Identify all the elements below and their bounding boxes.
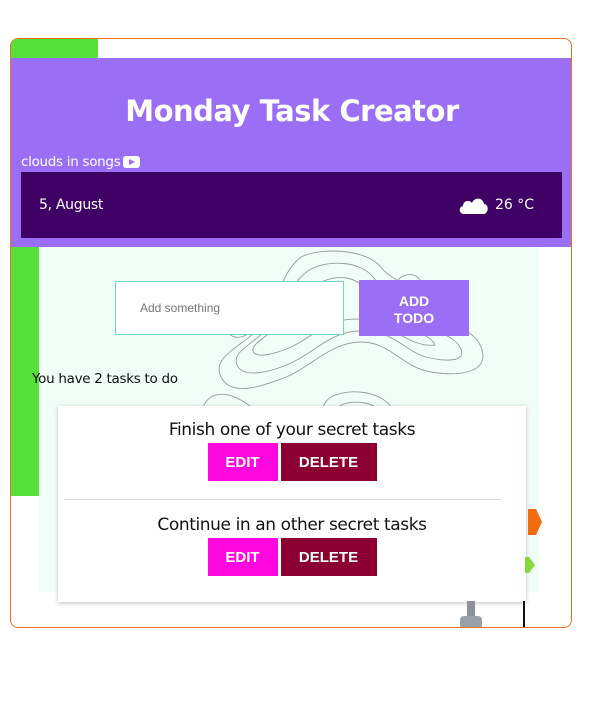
task-list: Finish one of your secret tasks EDIT DEL… <box>58 406 526 602</box>
delete-button[interactable]: DELETE <box>280 443 377 481</box>
orange-arrow-decoration <box>528 509 542 535</box>
edit-button[interactable]: EDIT <box>207 443 278 481</box>
delete-button[interactable]: DELETE <box>280 538 377 576</box>
header: Monday Task Creator clouds in songs 5, A… <box>11 58 571 247</box>
weather-bar: 5, August 26 °C <box>21 172 562 238</box>
app-frame: Monday Task Creator clouds in songs 5, A… <box>10 38 572 628</box>
list-item: Continue in an other secret tasks EDIT D… <box>58 515 526 576</box>
music-link-label: clouds in songs <box>21 154 121 170</box>
list-item: Finish one of your secret tasks EDIT DEL… <box>58 420 526 481</box>
task-count: You have 2 tasks to do <box>32 371 178 387</box>
music-link[interactable]: clouds in songs <box>21 154 141 170</box>
task-text: Continue in an other secret tasks <box>157 515 427 535</box>
todo-input[interactable] <box>115 281 344 335</box>
add-todo-button[interactable]: ADD TODO <box>359 280 469 336</box>
task-actions: EDIT DELETE <box>58 538 526 576</box>
youtube-icon[interactable] <box>123 156 141 168</box>
robot-decoration <box>460 601 482 627</box>
task-actions: EDIT DELETE <box>58 443 526 481</box>
green-arrow-decoration <box>525 557 535 573</box>
task-text: Finish one of your secret tasks <box>168 420 416 440</box>
edit-button[interactable]: EDIT <box>207 538 278 576</box>
divider <box>64 499 502 500</box>
decorative-line <box>523 601 525 627</box>
temperature-label: 26 °C <box>495 197 535 213</box>
date-label: 5, August <box>39 197 104 213</box>
page-title: Monday Task Creator <box>125 94 459 128</box>
cloud-icon <box>459 198 488 214</box>
